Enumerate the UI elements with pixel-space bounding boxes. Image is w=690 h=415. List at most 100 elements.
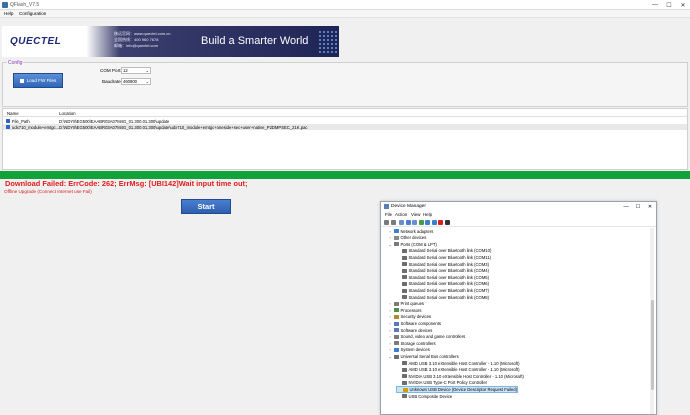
device-tree-label: Network adapters: [400, 228, 434, 234]
menu-view[interactable]: View: [411, 212, 420, 217]
device-tree-label: Universal Serial Bus controllers: [400, 354, 459, 360]
download-icon[interactable]: [444, 220, 450, 225]
column-location[interactable]: Location: [59, 111, 76, 116]
menu-configuration[interactable]: Configuration: [19, 11, 46, 16]
device-tree-item[interactable]: › Processors: [388, 307, 421, 313]
device-tree-label: AMD USB 3.10 eXtensible Host Controller …: [408, 360, 520, 366]
scrollbar-thumb[interactable]: [650, 300, 654, 390]
device-tree-label: Sound, video and game controllers: [400, 334, 466, 340]
chevron-down-icon: ⌄: [145, 79, 149, 84]
com-port-select[interactable]: 12 ⌄: [121, 67, 151, 74]
disable-icon[interactable]: [438, 220, 443, 225]
config-group: Config Load FW Files COM Port: 12 ⌄ Baud…: [2, 60, 688, 107]
minimize-icon[interactable]: —: [648, 0, 662, 10]
chevron-right-icon[interactable]: ›: [388, 328, 392, 333]
checkbox[interactable]: [6, 119, 10, 123]
device-tree-item[interactable]: › Security devices: [388, 314, 431, 320]
maximize-icon[interactable]: ☐: [632, 202, 644, 211]
device-tree-item[interactable]: › Storage controllers: [388, 340, 435, 346]
device-tree-item[interactable]: Standard Serial over Bluetooth link (COM…: [396, 287, 489, 293]
column-name[interactable]: Name: [7, 111, 19, 116]
device-icon: [394, 341, 399, 346]
device-manager-menu: File Action View Help: [381, 211, 656, 218]
device-tree-label: NVIDIA USB Type-C Port Policy Controller: [408, 380, 488, 386]
device-tree-label: Software devices: [400, 327, 433, 333]
load-fw-files-button[interactable]: Load FW Files: [13, 73, 63, 88]
device-tree-item[interactable]: Standard Serial over Bluetooth link (COM…: [396, 248, 491, 254]
progress-bar: [0, 171, 690, 179]
uninstall-icon[interactable]: [431, 220, 437, 225]
file-row[interactable]: udx710_module+emtgc... D:\NDY8\EG500\EAA…: [3, 124, 687, 130]
device-icon: [402, 361, 407, 366]
update-driver-icon[interactable]: [425, 220, 430, 225]
chevron-down-icon[interactable]: ⌄: [388, 242, 392, 247]
monitor-icon[interactable]: [418, 220, 424, 225]
chevron-down-icon[interactable]: ⌄: [388, 354, 392, 359]
device-icon: [402, 288, 407, 293]
chevron-right-icon[interactable]: ›: [388, 341, 392, 346]
device-icon: [394, 301, 399, 306]
properties-icon[interactable]: [399, 220, 404, 225]
device-tree-item[interactable]: Standard Serial over Bluetooth link (COM…: [396, 281, 489, 287]
device-tree-item[interactable]: USB Composite Device: [396, 393, 452, 399]
device-tree-item[interactable]: ⌄ Universal Serial Bus controllers: [388, 353, 459, 360]
minimize-icon[interactable]: —: [620, 202, 632, 211]
device-tree-item[interactable]: Unknown USB Device (Device Descriptor Re…: [396, 386, 519, 393]
device-tree-item[interactable]: AMD USB 3.10 eXtensible Host Controller …: [396, 367, 520, 373]
device-tree-item[interactable]: Standard Serial over Bluetooth link (COM…: [396, 261, 489, 267]
file-list-header: Name Location: [3, 109, 687, 117]
device-icon: [402, 367, 407, 372]
device-tree-label: NVIDIA USB 3.10 eXtensible Host Controll…: [408, 373, 524, 379]
chevron-right-icon[interactable]: ›: [388, 334, 392, 339]
chevron-right-icon[interactable]: ›: [388, 308, 392, 313]
device-manager-icon: [384, 204, 389, 209]
contact-info: 移远官网：www.quectel.com.cn 全国热线：400 960 767…: [114, 31, 170, 48]
menu-action[interactable]: Action: [395, 212, 407, 217]
device-tree-item[interactable]: NVIDIA USB 3.10 eXtensible Host Controll…: [396, 373, 524, 379]
chevron-right-icon[interactable]: ›: [388, 347, 392, 352]
device-tree-item[interactable]: Standard Serial over Bluetooth link (COM…: [396, 254, 491, 260]
device-tree-item[interactable]: Standard Serial over Bluetooth link (COM…: [396, 274, 489, 280]
start-button[interactable]: Start: [181, 199, 231, 214]
chevron-right-icon[interactable]: ›: [388, 314, 392, 319]
device-tree-item[interactable]: › Network adapters: [388, 228, 433, 234]
forward-icon[interactable]: [390, 220, 396, 225]
device-tree-label: Standard Serial over Bluetooth link (COM…: [408, 268, 490, 274]
chevron-right-icon[interactable]: ›: [388, 301, 392, 306]
device-tree-item[interactable]: › Other devices: [388, 235, 426, 241]
device-tree-item[interactable]: › Print queues: [388, 301, 424, 307]
scan-icon[interactable]: [412, 220, 417, 225]
back-icon[interactable]: [384, 220, 389, 225]
device-tree-item[interactable]: ⌄ Ports (COM & LPT): [388, 241, 436, 247]
load-fw-files-label: Load FW Files: [26, 78, 57, 83]
device-tree-item[interactable]: › Software components: [388, 320, 441, 326]
chevron-right-icon[interactable]: ›: [388, 321, 392, 326]
device-tree-item[interactable]: AMD USB 3.10 eXtensible Host Controller …: [396, 360, 520, 366]
device-tree-item[interactable]: › System devices: [388, 347, 430, 353]
baudrate-select[interactable]: 460800 ⌄: [121, 78, 151, 85]
device-tree-item[interactable]: › Software devices: [388, 327, 432, 333]
device-manager-title: Device Manager: [391, 204, 426, 209]
contact-website: 移远官网：www.quectel.com.cn: [114, 31, 171, 36]
checkbox[interactable]: [6, 125, 10, 129]
device-icon: [394, 229, 399, 234]
chevron-right-icon[interactable]: ›: [388, 235, 392, 240]
menu-file[interactable]: File: [385, 212, 392, 217]
device-manager-titlebar: Device Manager: [381, 202, 656, 211]
close-icon[interactable]: ✕: [644, 202, 656, 211]
device-tree-item[interactable]: Standard Serial over Bluetooth link (COM…: [396, 268, 489, 274]
close-icon[interactable]: ✕: [676, 0, 690, 10]
device-tree-label: Standard Serial over Bluetooth link (COM…: [408, 261, 490, 267]
menu-help[interactable]: Help: [423, 212, 432, 217]
maximize-icon[interactable]: ☐: [662, 0, 676, 10]
help-icon[interactable]: [405, 220, 411, 225]
device-icon: [402, 281, 407, 286]
device-tree-item[interactable]: Standard Serial over Bluetooth link (COM…: [396, 294, 489, 300]
device-tree-item[interactable]: NVIDIA USB Type-C Port Policy Controller: [396, 380, 487, 386]
device-tree-item[interactable]: › Sound, video and game controllers: [388, 334, 465, 340]
chevron-right-icon[interactable]: ›: [388, 229, 392, 234]
vertical-scrollbar[interactable]: [650, 228, 654, 414]
menu-help[interactable]: Help: [4, 11, 13, 16]
device-icon: [402, 380, 407, 385]
device-tree-label: Standard Serial over Bluetooth link (COM…: [408, 248, 492, 254]
